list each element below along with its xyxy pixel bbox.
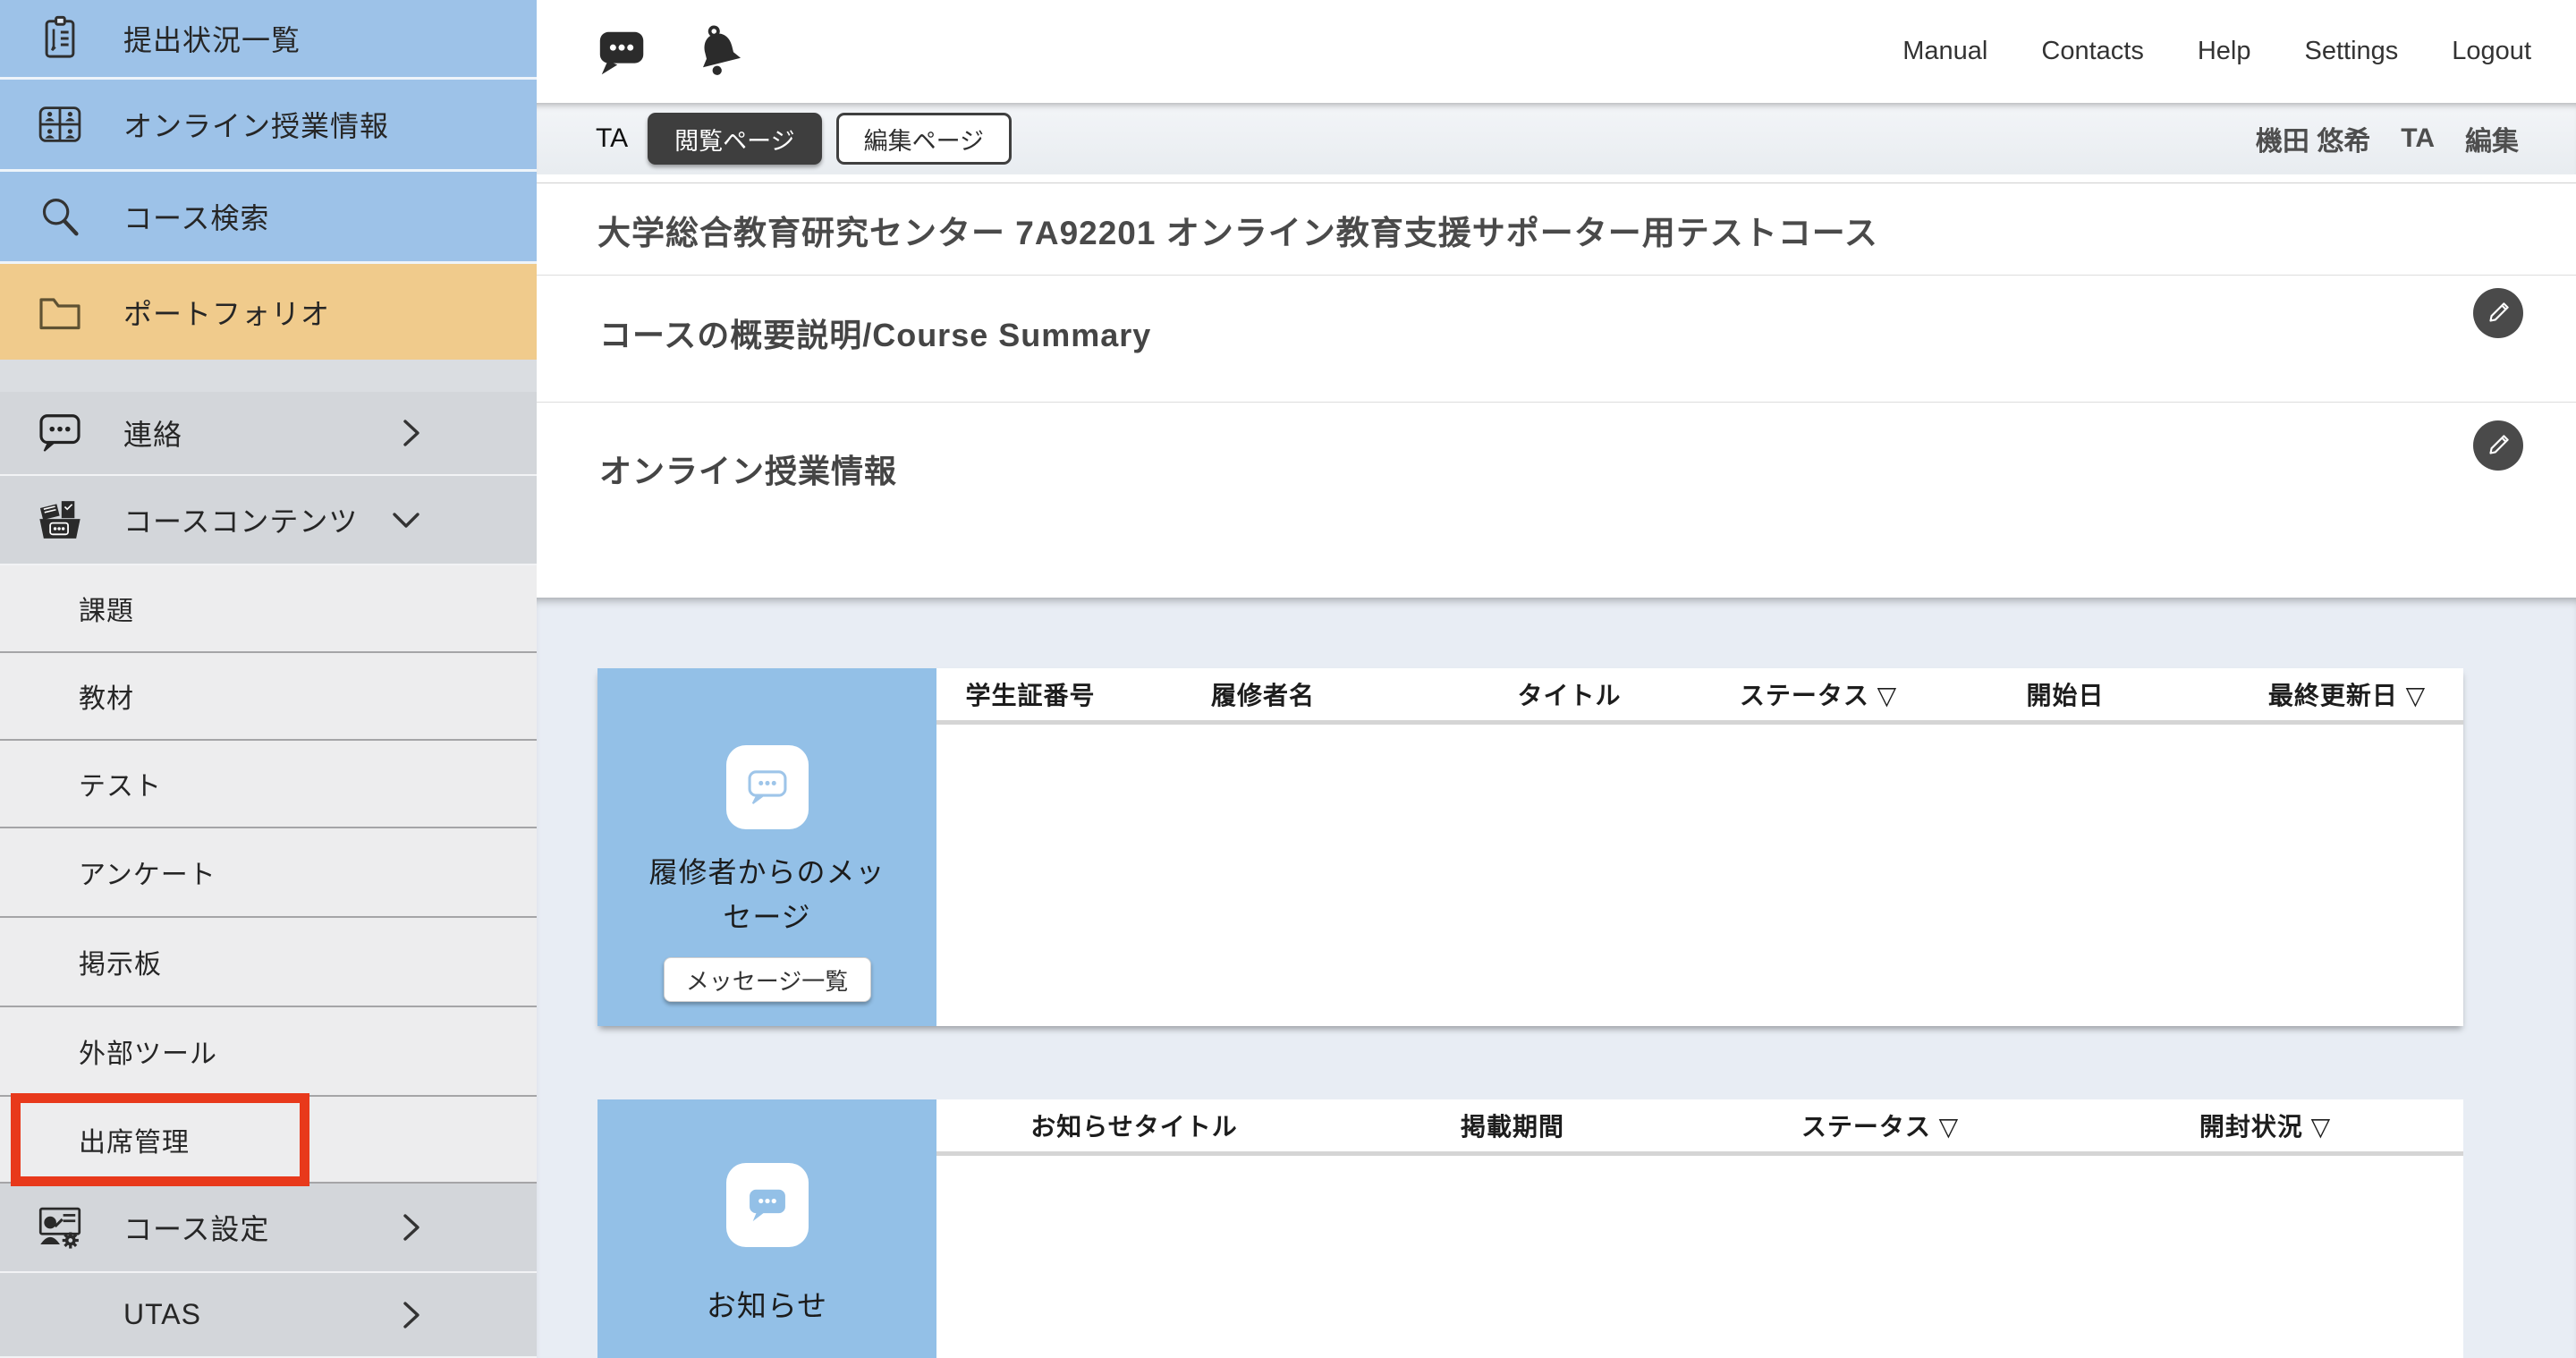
chevron-right-icon xyxy=(401,1299,422,1331)
utas-icon-spacer xyxy=(34,1289,86,1341)
sidebar-item-tests[interactable]: テスト xyxy=(0,741,537,828)
divider-line xyxy=(537,275,2576,276)
messages-icon[interactable] xyxy=(592,21,653,82)
sidebar-item-utas[interactable]: UTAS xyxy=(0,1273,537,1358)
chevron-down-icon xyxy=(390,509,422,530)
sidebar-item-label: コース検索 xyxy=(123,196,269,237)
topbar-nav: Manual Contacts Help Settings Logout xyxy=(1902,0,2531,103)
column-student-name: 履修者名 xyxy=(1124,676,1402,712)
contents-box-icon xyxy=(34,494,86,546)
sidebar-item-attendance[interactable]: 出席管理 xyxy=(0,1097,537,1184)
sidebar-item-label: ポートフォリオ xyxy=(123,292,330,333)
section-heading-online-class-info: オンライン授業情報 xyxy=(599,446,897,492)
column-start-date: 開始日 xyxy=(1900,676,2231,712)
presenter-gear-icon xyxy=(34,1201,86,1253)
nav-link-settings[interactable]: Settings xyxy=(2305,37,2399,66)
sidebar-item-submission-list[interactable]: 提出状況一覧 xyxy=(0,0,537,80)
divider-line xyxy=(537,402,2576,403)
sidebar-item-bulletin-board[interactable]: 掲示板 xyxy=(0,918,537,1007)
sidebar-item-label: コース設定 xyxy=(123,1207,269,1248)
user-role: TA xyxy=(2401,123,2435,154)
nav-link-logout[interactable]: Logout xyxy=(2452,37,2531,66)
sidebar-item-contact[interactable]: 連絡 xyxy=(0,392,537,476)
edit-page-button[interactable]: 編集ページ xyxy=(836,113,1012,165)
notifications-bell-icon[interactable] xyxy=(689,21,750,82)
sidebar-item-label: 掲示板 xyxy=(79,942,162,981)
sub-header: TA 閲覧ページ 編集ページ 機田 悠希 TA 編集 xyxy=(537,103,2576,174)
sidebar-item-assignments[interactable]: 課題 xyxy=(0,565,537,653)
column-posting-period: 掲載期間 xyxy=(1332,1108,1693,1143)
folder-icon xyxy=(34,286,86,338)
course-title: 大学総合教育研究センター 7A92201 オンライン教育支援サポーター用テストコ… xyxy=(597,206,1878,254)
sidebar-item-label: 外部ツール xyxy=(79,1031,217,1071)
table-body-empty xyxy=(936,725,2463,1026)
notices-panel: お知らせ お知らせタイトル 掲載期間 ステータス ▽ 開封状況 ▽ xyxy=(597,1099,2463,1358)
role-badge: TA xyxy=(596,123,628,154)
column-status-sort[interactable]: ステータス ▽ xyxy=(1737,676,1900,712)
column-open-status-sort[interactable]: 開封状況 ▽ xyxy=(2067,1108,2463,1143)
page-mode-controls: TA 閲覧ページ 編集ページ xyxy=(596,103,1012,174)
edit-online-class-info-button[interactable] xyxy=(2473,420,2523,471)
pencil-icon xyxy=(2483,430,2513,461)
pencil-icon xyxy=(2483,298,2513,328)
sidebar-item-course-contents[interactable]: コースコンテンツ xyxy=(0,476,537,565)
sidebar-item-surveys[interactable]: アンケート xyxy=(0,828,537,918)
message-list-button[interactable]: メッセージ一覧 xyxy=(664,957,871,1002)
sidebar-item-portfolio[interactable]: ポートフォリオ xyxy=(0,264,537,360)
table-body-empty xyxy=(936,1156,2463,1358)
search-icon xyxy=(34,191,86,242)
sidebar-item-label: アンケート xyxy=(79,853,216,892)
nav-link-contacts[interactable]: Contacts xyxy=(2041,37,2143,66)
column-status-sort[interactable]: ステータス ▽ xyxy=(1693,1108,2067,1143)
notice-bubble-icon xyxy=(726,1163,809,1247)
sidebar-item-course-settings[interactable]: コース設定 xyxy=(0,1184,537,1273)
column-last-updated-sort[interactable]: 最終更新日 ▽ xyxy=(2231,676,2463,712)
column-title: タイトル xyxy=(1402,676,1737,712)
lms-course-page: { "topbar": { "links": ["Manual", "Conta… xyxy=(0,0,2576,1358)
video-grid-icon xyxy=(34,98,86,150)
divider-line xyxy=(537,182,2576,183)
table-header-row: 学生証番号 履修者名 タイトル ステータス ▽ 開始日 最終更新日 ▽ xyxy=(936,668,2463,725)
sidebar-item-materials[interactable]: 教材 xyxy=(0,653,537,741)
nav-link-manual[interactable]: Manual xyxy=(1902,37,1987,66)
sidebar-item-label: オンライン授業情報 xyxy=(123,104,389,145)
sidebar-item-label: 教材 xyxy=(79,676,134,716)
sidebar-item-label: テスト xyxy=(79,764,162,803)
user-name: 機田 悠希 xyxy=(2256,119,2370,158)
edit-course-summary-button[interactable] xyxy=(2473,288,2523,338)
sidebar: 提出状況一覧 オンライン授業情報 コース検索 xyxy=(0,0,537,1358)
sidebar-gap xyxy=(0,360,537,392)
sidebar-item-label: 出席管理 xyxy=(79,1120,190,1159)
sidebar-item-label: 提出状況一覧 xyxy=(123,18,301,59)
panel-title: 履修者からのメッセージ xyxy=(597,851,936,939)
panel-title: お知らせ xyxy=(667,1283,867,1328)
sidebar-item-course-search[interactable]: コース検索 xyxy=(0,172,537,264)
column-notice-title: お知らせタイトル xyxy=(936,1108,1332,1143)
message-bubble-icon xyxy=(726,745,809,829)
chat-bubble-icon xyxy=(34,407,86,459)
user-info: 機田 悠希 TA 編集 xyxy=(2256,103,2519,174)
sidebar-item-label: 連絡 xyxy=(123,412,182,454)
student-messages-table: 学生証番号 履修者名 タイトル ステータス ▽ 開始日 最終更新日 ▽ xyxy=(936,668,2463,1026)
user-edit-link[interactable]: 編集 xyxy=(2465,119,2519,158)
sidebar-item-online-class-info[interactable]: オンライン授業情報 xyxy=(0,80,537,172)
sidebar-item-label: コースコンテンツ xyxy=(123,499,358,540)
table-header-row: お知らせタイトル 掲載期間 ステータス ▽ 開封状況 ▽ xyxy=(936,1099,2463,1156)
view-page-button[interactable]: 閲覧ページ xyxy=(648,113,821,165)
topbar-icons xyxy=(592,21,750,82)
sidebar-item-external-tools[interactable]: 外部ツール xyxy=(0,1007,537,1097)
top-bar: Manual Contacts Help Settings Logout xyxy=(537,0,2576,103)
chevron-right-icon xyxy=(401,1211,422,1243)
nav-link-help[interactable]: Help xyxy=(2198,37,2251,66)
chevron-right-icon xyxy=(401,417,422,449)
section-heading-course-summary: コースの概要説明/Course Summary xyxy=(599,310,1151,356)
notices-table: お知らせタイトル 掲載期間 ステータス ▽ 開封状況 ▽ xyxy=(936,1099,2463,1358)
student-messages-card: 履修者からのメッセージ メッセージ一覧 xyxy=(597,668,936,1026)
column-student-id: 学生証番号 xyxy=(936,676,1124,712)
student-messages-panel: 履修者からのメッセージ メッセージ一覧 学生証番号 履修者名 タイトル ステータ… xyxy=(597,668,2463,1026)
sidebar-item-label: UTAS xyxy=(123,1298,201,1331)
clipboard-pencil-icon xyxy=(34,13,86,64)
notices-card: お知らせ xyxy=(597,1099,936,1358)
sidebar-item-label: 課題 xyxy=(79,589,134,628)
